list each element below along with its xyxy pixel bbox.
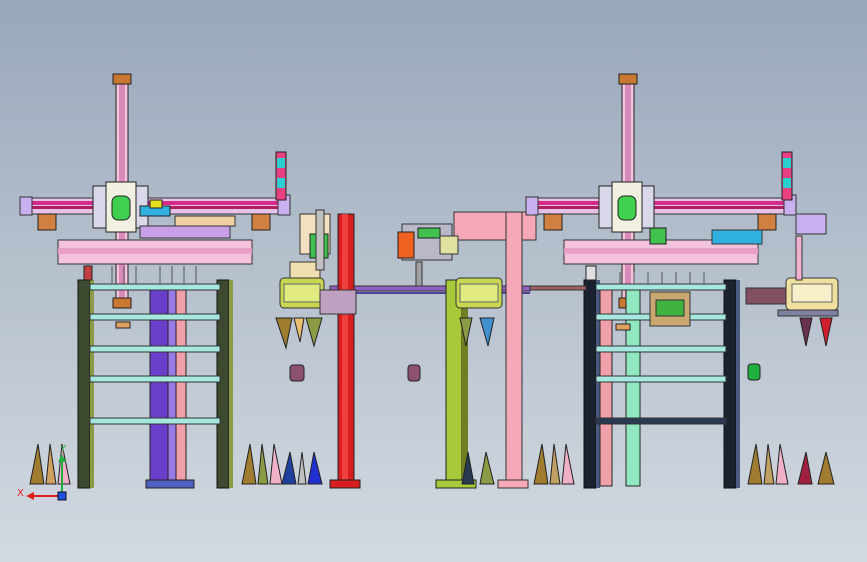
- left-mast-foot: [112, 297, 132, 309]
- left-bracket: [139, 225, 231, 239]
- right-guide-beam-stripe: [564, 248, 758, 254]
- left-sensor: [83, 265, 93, 281]
- left-mast-cap: [112, 73, 132, 85]
- right-gantry-belt-lower: [536, 206, 786, 209]
- left-actuator-sensor-b: [277, 178, 285, 188]
- left-motor-icon: [111, 195, 131, 221]
- right-actuator-sensor-b: [783, 178, 791, 188]
- center-feeder-block: [439, 235, 459, 255]
- center-red-base: [329, 479, 361, 489]
- left-beam-end-cap: [19, 196, 33, 216]
- right-bowl-feed: [795, 235, 803, 281]
- left-station: [19, 73, 291, 489]
- x-axis-label: X: [17, 488, 24, 499]
- center-salmon-column: [505, 211, 523, 485]
- right-gantry-belt: [536, 201, 786, 205]
- right-link-rail: [529, 285, 587, 291]
- left-frame-post-b: [216, 279, 230, 489]
- right-funnel-b: [819, 317, 833, 347]
- right-station: [525, 73, 827, 489]
- z-axis-marker: [57, 491, 67, 501]
- right-gearbox-motor: [655, 299, 685, 317]
- left-funnel-b: [293, 317, 305, 343]
- right-actuator-sensor: [783, 158, 791, 168]
- right-frame-post-a-edge: [596, 280, 600, 488]
- left-funnel-a: [275, 317, 293, 350]
- right-end-motor-a: [543, 213, 563, 231]
- right-screw-block: [615, 323, 631, 331]
- assembly-drawing: X Y: [17, 73, 839, 501]
- center-feeder-motor: [397, 231, 415, 259]
- cad-viewport[interactable]: X Y: [0, 0, 867, 562]
- right-frame-post-b-edge: [736, 280, 740, 488]
- left-frame-post-a: [77, 279, 91, 489]
- left-block: [289, 364, 305, 382]
- right-funnel-a: [799, 317, 813, 347]
- center-left-joint: [319, 289, 357, 315]
- left-cylinder-cap: [149, 199, 163, 209]
- right-block: [747, 363, 761, 381]
- right-sensor: [585, 265, 597, 281]
- right-mast-cap: [618, 73, 638, 85]
- center-red-column-hilite: [342, 214, 348, 486]
- left-guide-beam-stripe: [58, 248, 252, 254]
- right-bowl-drive: [745, 287, 787, 305]
- left-actuator-sensor: [277, 158, 285, 168]
- center-section: [319, 211, 537, 489]
- left-frame-post-b-edge: [229, 280, 233, 488]
- left-frame-post-a-edge: [90, 280, 94, 488]
- right-end-motor-b: [757, 213, 777, 231]
- right-hopper: [745, 235, 839, 381]
- center-salmon-head: [453, 211, 537, 241]
- center-salmon-base: [497, 479, 529, 489]
- right-side-bracket: [795, 213, 827, 235]
- center-block: [407, 364, 421, 382]
- right-valve: [649, 227, 667, 245]
- left-bracket-top: [174, 215, 236, 227]
- right-frame-post-a: [583, 279, 597, 489]
- left-end-motor-b: [251, 213, 271, 231]
- right-motor-icon: [617, 195, 637, 221]
- right-bowl-plate: [777, 309, 839, 317]
- right-frame-post-b: [723, 279, 737, 489]
- left-screw-block: [115, 321, 131, 329]
- right-cylinder: [711, 229, 763, 245]
- center-feeder-valve: [417, 227, 441, 239]
- y-axis-label: Y: [59, 444, 67, 455]
- center-funnel-b: [479, 317, 495, 347]
- right-beam-end-cap: [525, 196, 539, 216]
- left-feeder-shaft: [315, 209, 325, 271]
- left-end-motor-a: [37, 213, 57, 231]
- left-funnel-c: [305, 317, 323, 348]
- center-lime-column: [445, 279, 463, 487]
- left-bowl-inner: [283, 283, 321, 303]
- right-bowl-inner: [791, 283, 833, 303]
- left-column-base: [145, 479, 195, 489]
- center-feeder-shaft: [415, 261, 423, 287]
- x-axis-arrowhead: [26, 492, 34, 500]
- center-bowl-inner: [459, 283, 499, 303]
